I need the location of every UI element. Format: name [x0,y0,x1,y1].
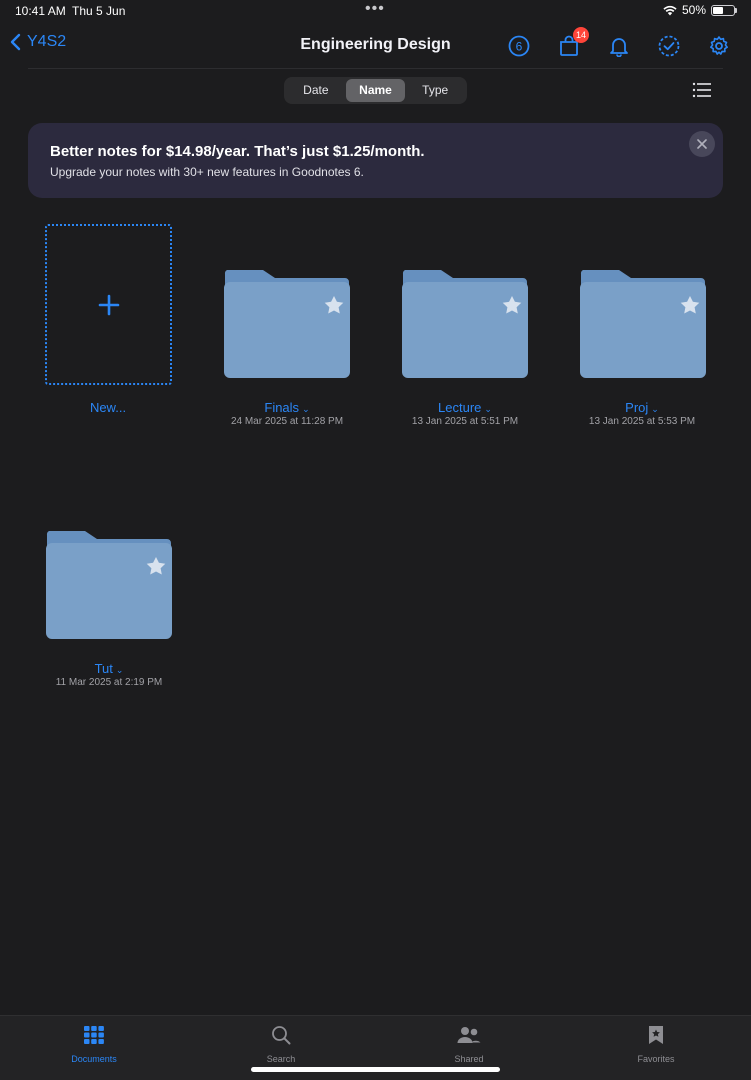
sort-option-name[interactable]: Name [345,79,406,102]
folder-name-text: Proj [625,400,649,415]
folder-name-finals[interactable]: Finals ⌄ [197,400,377,415]
documents-screen: 10:41 AM Thu 5 Jun ••• 50% Y4S2 Engineer… [0,0,751,1080]
chevron-down-icon: ⌄ [115,665,124,675]
nav-actions: 6 14 [505,27,733,60]
folder-icon [580,270,706,378]
chevron-down-icon: ⌄ [651,404,659,414]
folder-name-tut[interactable]: Tut ⌄ [19,661,199,676]
select-button[interactable] [655,32,683,60]
settings-button[interactable] [705,32,733,60]
new-document-label[interactable]: New... [28,400,188,415]
tab-label: Search [266,1054,296,1064]
status-right: 50% [663,3,737,17]
folder-name-text: Finals [264,400,300,415]
new-document-button[interactable] [45,224,172,385]
tab-search[interactable]: Search [221,1024,341,1064]
folder-name-text: Lecture [438,400,482,415]
tab-label: Shared [454,1054,484,1064]
sort-segmented-control: Date Name Type [284,77,467,104]
sort-option-date[interactable]: Date [286,79,346,102]
plus-icon [98,294,119,315]
shop-button[interactable]: 14 [555,27,589,60]
svg-text:6: 6 [516,40,523,54]
folder-icon [46,531,172,639]
battery-icon [711,4,737,16]
timer-6-icon: 6 [508,35,530,57]
notification-badge: 14 [572,27,589,43]
list-icon [692,82,711,98]
folder-name-text: Tut [94,661,113,676]
upgrade-banner[interactable]: Better notes for $14.98/year. That’s jus… [28,123,723,198]
folder-icon [224,270,350,378]
status-date: Thu 5 Jun [72,4,126,18]
tab-bar: Documents Search Shared Favorites [0,1015,751,1080]
folder-date-finals: 24 Mar 2025 at 11:28 PM [230,416,344,427]
folder-icon [402,270,528,378]
multitasking-dots[interactable]: ••• [365,0,385,18]
close-icon [697,139,707,149]
people-icon [457,1027,481,1043]
banner-title: Better notes for $14.98/year. That’s jus… [50,143,425,160]
folder-date-lecture: 13 Jan 2025 at 5:51 PM [411,416,519,427]
gear-icon [710,36,728,55]
banner-close-button[interactable] [689,131,715,157]
home-indicator[interactable] [251,1067,500,1072]
tab-shared[interactable]: Shared [409,1024,529,1064]
nav-divider [28,68,723,69]
banner-subtitle: Upgrade your notes with 30+ new features… [50,165,364,179]
folder-date-proj: 13 Jan 2025 at 5:53 PM [588,416,696,427]
status-time: 10:41 AM [15,4,66,18]
folder-tut[interactable] [45,531,173,639]
folder-name-proj[interactable]: Proj ⌄ [552,400,732,415]
folder-lecture[interactable] [401,270,529,378]
folder-date-tut: 11 Mar 2025 at 2:19 PM [55,677,163,688]
navigation-bar: Y4S2 Engineering Design 6 14 [0,24,751,68]
search-icon [272,1026,291,1045]
tab-label: Documents [71,1054,117,1064]
notifications-button[interactable] [605,32,633,60]
tab-label: Favorites [637,1054,675,1064]
grid-icon [84,1026,104,1044]
battery-percent: 50% [681,3,706,17]
folder-name-lecture[interactable]: Lecture ⌄ [375,400,555,415]
folder-proj[interactable] [579,270,707,378]
bookmark-star-icon [649,1026,663,1044]
sort-option-type[interactable]: Type [405,79,465,102]
select-check-icon [658,35,680,57]
battery-level [713,6,723,14]
folder-finals[interactable] [223,270,351,378]
tab-favorites[interactable]: Favorites [596,1024,716,1064]
chevron-down-icon: ⌄ [484,404,492,414]
timer-button[interactable]: 6 [505,32,533,60]
tab-documents[interactable]: Documents [34,1024,154,1064]
chevron-down-icon: ⌄ [302,404,310,414]
list-view-button[interactable] [692,81,712,99]
status-bar: 10:41 AM Thu 5 Jun ••• 50% [0,0,751,22]
bell-icon [610,38,628,57]
wifi-icon [663,5,677,15]
